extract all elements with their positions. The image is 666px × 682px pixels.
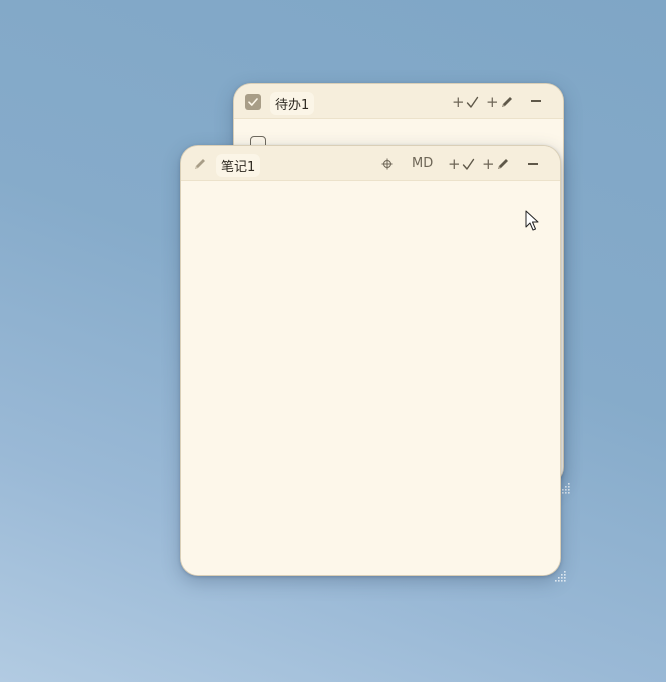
note-editor[interactable] (181, 181, 560, 575)
mouse-cursor-icon (525, 210, 539, 231)
minimize-icon (531, 100, 541, 102)
todo-window-titlebar[interactable]: 待办1 + + (234, 84, 563, 119)
resize-grip-icon[interactable] (555, 570, 567, 582)
crosshair-icon (381, 158, 393, 170)
pin-button[interactable] (381, 158, 393, 170)
note-window-title[interactable]: 笔记1 (216, 154, 261, 177)
checkmark-icon (466, 96, 478, 108)
minimize-button[interactable] (528, 163, 538, 165)
checkbox-checked-icon[interactable] (245, 94, 261, 110)
plus-icon: + (482, 155, 495, 173)
markdown-toggle-button[interactable]: MD (412, 156, 433, 171)
minimize-button[interactable] (531, 100, 541, 102)
note-window[interactable]: 笔记1 MD + + (180, 145, 561, 576)
plus-icon: + (452, 93, 465, 111)
add-todo-button[interactable]: + (448, 155, 475, 173)
plus-icon: + (486, 93, 499, 111)
todo-window-title[interactable]: 待办1 (270, 92, 315, 115)
pencil-icon (501, 97, 512, 107)
pencil-icon (497, 159, 508, 169)
checkmark-icon (462, 158, 474, 170)
note-window-titlebar[interactable]: 笔记1 MD + + (181, 146, 560, 181)
add-note-button[interactable]: + (482, 155, 510, 173)
desktop-background: 待办1 + + 笔记1 MD + + (0, 0, 666, 682)
add-todo-button[interactable]: + (452, 93, 479, 111)
add-note-button[interactable]: + (486, 93, 514, 111)
pencil-icon[interactable] (193, 157, 207, 171)
plus-icon: + (448, 155, 461, 173)
minimize-icon (528, 163, 538, 165)
